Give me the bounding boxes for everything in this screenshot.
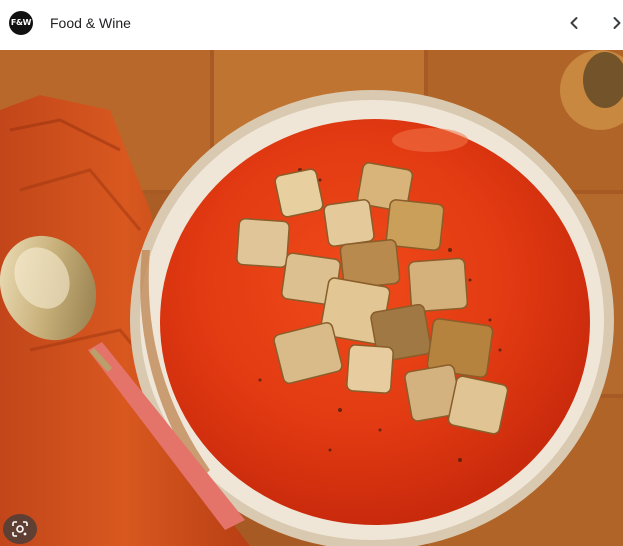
chevron-left-icon[interactable] [563,12,585,34]
google-lens-icon[interactable] [3,514,37,544]
site-logo[interactable]: F&W [9,11,33,35]
soup-illustration [0,50,623,546]
source-header: F&W Food & Wine [0,0,623,50]
site-name[interactable]: Food & Wine [50,15,131,31]
tomato-soup-photo[interactable] [0,50,623,546]
chevron-right-icon[interactable] [606,12,623,34]
